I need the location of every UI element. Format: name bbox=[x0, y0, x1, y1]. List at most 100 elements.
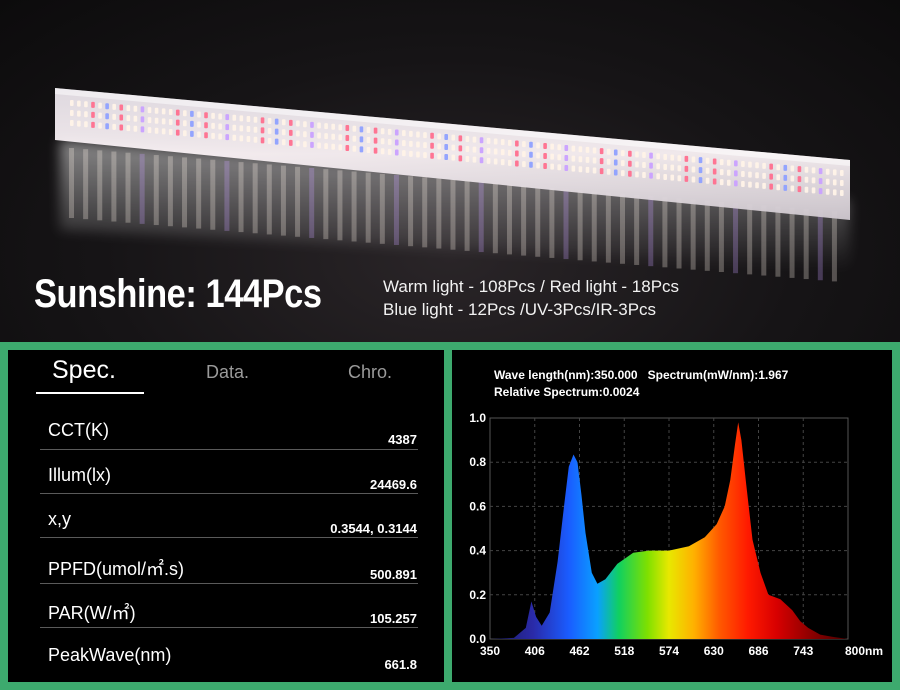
led-chip bbox=[465, 135, 470, 142]
led-chip bbox=[790, 185, 795, 192]
led-chip bbox=[536, 152, 540, 159]
led-reflection-stripe bbox=[196, 158, 202, 229]
led-chip bbox=[409, 130, 413, 137]
led-chip bbox=[734, 180, 738, 187]
led-chip bbox=[543, 153, 547, 160]
led-chip bbox=[564, 164, 569, 171]
led-chip bbox=[741, 181, 745, 188]
led-chip bbox=[366, 146, 371, 153]
led-reflection-stripe bbox=[379, 173, 385, 244]
led-chip bbox=[825, 188, 830, 195]
led-reflection-stripe bbox=[238, 162, 244, 233]
led-chip bbox=[677, 165, 682, 172]
led-chip bbox=[119, 104, 124, 111]
led-chip bbox=[529, 141, 533, 148]
led-chip bbox=[543, 163, 547, 170]
x-tick-label: 350 bbox=[480, 644, 500, 658]
led-chip bbox=[684, 155, 689, 162]
led-chip bbox=[621, 170, 625, 177]
led-chip bbox=[359, 126, 364, 133]
led-chip bbox=[557, 154, 562, 161]
led-chip bbox=[373, 127, 378, 134]
led-reflection-stripe bbox=[295, 166, 301, 237]
led-chip bbox=[274, 128, 279, 135]
led-reflection-stripe bbox=[97, 150, 103, 221]
led-chip bbox=[288, 129, 293, 136]
led-chip bbox=[677, 155, 682, 162]
led-reflection-stripe bbox=[210, 159, 216, 230]
led-chip bbox=[712, 158, 717, 165]
led-chip bbox=[691, 156, 696, 163]
tab-data[interactable]: Data. bbox=[206, 362, 249, 383]
led-chip bbox=[84, 111, 88, 118]
led-chip bbox=[585, 146, 590, 153]
led-chip bbox=[571, 155, 576, 162]
led-chip bbox=[218, 113, 222, 120]
led-chip bbox=[211, 112, 215, 119]
led-reflection-stripe bbox=[125, 152, 131, 223]
led-reflection-stripe bbox=[506, 184, 512, 255]
tab-spec[interactable]: Spec. bbox=[52, 356, 116, 385]
led-chip bbox=[161, 118, 166, 125]
spec-value-illum: 24469.6 bbox=[370, 477, 417, 492]
led-reflection-stripe bbox=[492, 183, 498, 254]
led-chip bbox=[409, 140, 413, 147]
led-chip bbox=[387, 128, 392, 135]
x-tick-label: 743 bbox=[793, 644, 813, 658]
hero-title: Sunshine: 144Pcs bbox=[34, 272, 322, 316]
led-chip bbox=[783, 164, 788, 171]
led-chip bbox=[211, 132, 215, 139]
led-reflection-stripe bbox=[676, 198, 682, 269]
led-chip bbox=[451, 144, 456, 151]
led-chip bbox=[105, 103, 109, 110]
spec-value-cct: 4387 bbox=[388, 432, 417, 447]
led-chip bbox=[260, 137, 265, 144]
led-reflection-stripe bbox=[549, 187, 555, 258]
led-chip bbox=[769, 183, 773, 190]
led-reflection-stripe bbox=[817, 210, 823, 281]
led-chip bbox=[154, 127, 159, 134]
led-chip bbox=[500, 139, 505, 146]
led-chip bbox=[465, 155, 470, 162]
led-chip bbox=[670, 164, 675, 171]
led-chip bbox=[762, 162, 766, 169]
led-reflection-stripe bbox=[648, 196, 654, 267]
led-reflection-stripe bbox=[323, 169, 329, 240]
led-chip bbox=[190, 110, 194, 117]
led-chip bbox=[628, 150, 632, 157]
led-chip bbox=[748, 161, 752, 168]
led-chip bbox=[755, 162, 759, 169]
tab-chro[interactable]: Chro. bbox=[348, 362, 392, 383]
led-chip bbox=[175, 129, 180, 136]
led-chip bbox=[472, 146, 477, 153]
led-chip bbox=[578, 166, 583, 173]
led-reflection-stripe bbox=[789, 207, 795, 278]
led-chip bbox=[239, 135, 244, 142]
led-chip bbox=[522, 151, 526, 158]
led-chip bbox=[649, 162, 653, 169]
led-reflection-stripe bbox=[535, 186, 541, 257]
led-chip bbox=[550, 153, 554, 160]
led-chip bbox=[133, 105, 138, 112]
led-chip bbox=[663, 153, 667, 160]
led-reflection-stripe bbox=[450, 179, 456, 250]
led-chip bbox=[755, 182, 759, 189]
led-chip bbox=[197, 121, 201, 128]
led-chip bbox=[175, 119, 180, 126]
led-chip bbox=[387, 148, 392, 155]
led-chip bbox=[719, 159, 724, 166]
led-chip bbox=[748, 181, 752, 188]
led-chip bbox=[734, 160, 738, 167]
led-chip bbox=[515, 150, 519, 157]
led-chip bbox=[331, 123, 335, 130]
led-chip bbox=[338, 144, 343, 151]
led-chip bbox=[832, 179, 837, 186]
led-chip bbox=[310, 131, 314, 138]
led-chip bbox=[168, 128, 173, 135]
led-chip bbox=[331, 143, 335, 150]
led-chip bbox=[840, 180, 844, 186]
hero-detail-line-2: Blue light - 12Pcs /UV-3Pcs/IR-3Pcs bbox=[383, 300, 657, 319]
led-chip bbox=[423, 142, 427, 149]
led-chip bbox=[70, 110, 74, 116]
led-chip bbox=[303, 131, 307, 138]
